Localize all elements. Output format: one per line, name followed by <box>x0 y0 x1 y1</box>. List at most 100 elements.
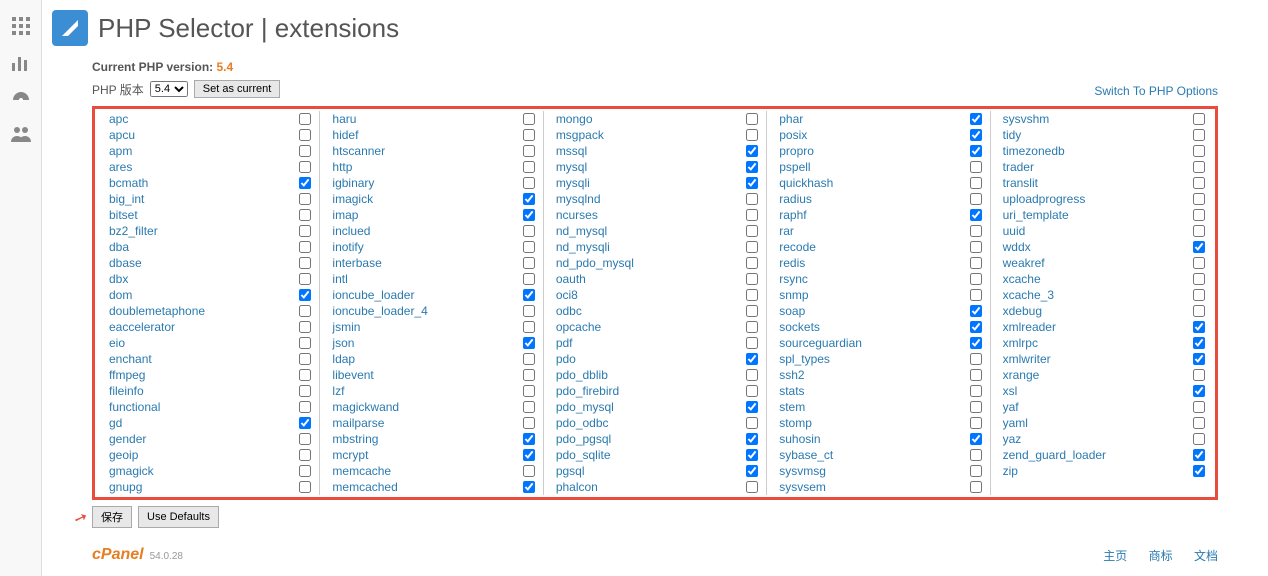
extension-label[interactable]: mailparse <box>332 416 384 430</box>
extension-label[interactable]: weakref <box>1003 256 1045 270</box>
extension-checkbox-dbx[interactable] <box>299 273 311 285</box>
stats-icon[interactable] <box>0 44 42 80</box>
extension-label[interactable]: msgpack <box>556 128 604 142</box>
extension-checkbox-pdo_pgsql[interactable] <box>746 433 758 445</box>
extension-checkbox-posix[interactable] <box>970 129 982 141</box>
extension-label[interactable]: zend_guard_loader <box>1003 448 1106 462</box>
extension-label[interactable]: imagick <box>332 192 373 206</box>
extension-checkbox-pspell[interactable] <box>970 161 982 173</box>
extension-checkbox-pdo_mysql[interactable] <box>746 401 758 413</box>
extension-checkbox-redis[interactable] <box>970 257 982 269</box>
extension-label[interactable]: tidy <box>1003 128 1022 142</box>
extension-checkbox-json[interactable] <box>523 337 535 349</box>
extension-checkbox-hidef[interactable] <box>523 129 535 141</box>
extension-checkbox-odbc[interactable] <box>746 305 758 317</box>
extension-checkbox-mysqli[interactable] <box>746 177 758 189</box>
extension-checkbox-geoip[interactable] <box>299 449 311 461</box>
extension-checkbox-xcache[interactable] <box>1193 273 1205 285</box>
extension-checkbox-magickwand[interactable] <box>523 401 535 413</box>
extension-checkbox-oauth[interactable] <box>746 273 758 285</box>
extension-checkbox-fileinfo[interactable] <box>299 385 311 397</box>
extension-checkbox-nd_mysql[interactable] <box>746 225 758 237</box>
extension-label[interactable]: yaml <box>1003 416 1028 430</box>
extension-checkbox-pgsql[interactable] <box>746 465 758 477</box>
extension-label[interactable]: mbstring <box>332 432 378 446</box>
extension-checkbox-uri_template[interactable] <box>1193 209 1205 221</box>
extension-checkbox-zend_guard_loader[interactable] <box>1193 449 1205 461</box>
extension-checkbox-spl_types[interactable] <box>970 353 982 365</box>
extension-checkbox-memcache[interactable] <box>523 465 535 477</box>
extension-label[interactable]: gmagick <box>109 464 154 478</box>
extension-label[interactable]: ffmpeg <box>109 368 145 382</box>
extension-label[interactable]: functional <box>109 400 160 414</box>
extension-label[interactable]: ssh2 <box>779 368 804 382</box>
extension-label[interactable]: apcu <box>109 128 135 142</box>
extension-label[interactable]: soap <box>779 304 805 318</box>
extension-label[interactable]: pdo_dblib <box>556 368 608 382</box>
extension-checkbox-ioncube_loader_4[interactable] <box>523 305 535 317</box>
extension-label[interactable]: haru <box>332 112 356 126</box>
extension-label[interactable]: igbinary <box>332 176 374 190</box>
extension-label[interactable]: gd <box>109 416 122 430</box>
extension-checkbox-uuid[interactable] <box>1193 225 1205 237</box>
extension-checkbox-mysql[interactable] <box>746 161 758 173</box>
extension-checkbox-bz2_filter[interactable] <box>299 225 311 237</box>
extension-label[interactable]: doublemetaphone <box>109 304 205 318</box>
extension-checkbox-gmagick[interactable] <box>299 465 311 477</box>
extension-checkbox-interbase[interactable] <box>523 257 535 269</box>
extension-checkbox-eaccelerator[interactable] <box>299 321 311 333</box>
extension-checkbox-rsync[interactable] <box>970 273 982 285</box>
footer-trademark-link[interactable]: 商标 <box>1149 549 1173 563</box>
extension-checkbox-imap[interactable] <box>523 209 535 221</box>
extension-checkbox-intl[interactable] <box>523 273 535 285</box>
extension-label[interactable]: geoip <box>109 448 138 462</box>
extension-label[interactable]: propro <box>779 144 814 158</box>
extension-label[interactable]: rsync <box>779 272 808 286</box>
extension-checkbox-xmlwriter[interactable] <box>1193 353 1205 365</box>
extension-checkbox-pdo_odbc[interactable] <box>746 417 758 429</box>
extension-label[interactable]: wddx <box>1003 240 1031 254</box>
extension-label[interactable]: oci8 <box>556 288 578 302</box>
extension-label[interactable]: pdo <box>556 352 576 366</box>
extension-checkbox-suhosin[interactable] <box>970 433 982 445</box>
extension-label[interactable]: sysvmsg <box>779 464 826 478</box>
extension-checkbox-jsmin[interactable] <box>523 321 535 333</box>
extension-label[interactable]: xdebug <box>1003 304 1042 318</box>
extension-checkbox-mongo[interactable] <box>746 113 758 125</box>
extension-checkbox-pdo_dblib[interactable] <box>746 369 758 381</box>
extension-label[interactable]: pdo_sqlite <box>556 448 611 462</box>
extension-label[interactable]: phar <box>779 112 803 126</box>
extension-checkbox-ldap[interactable] <box>523 353 535 365</box>
extension-label[interactable]: radius <box>779 192 812 206</box>
switch-to-php-options-link[interactable]: Switch To PHP Options <box>1094 84 1218 98</box>
extension-checkbox-phalcon[interactable] <box>746 481 758 493</box>
extension-checkbox-recode[interactable] <box>970 241 982 253</box>
extension-label[interactable]: sybase_ct <box>779 448 833 462</box>
extension-checkbox-sysvmsg[interactable] <box>970 465 982 477</box>
extension-label[interactable]: hidef <box>332 128 358 142</box>
extension-checkbox-libevent[interactable] <box>523 369 535 381</box>
extension-label[interactable]: htscanner <box>332 144 385 158</box>
extension-checkbox-ncurses[interactable] <box>746 209 758 221</box>
set-as-current-button[interactable]: Set as current <box>194 80 280 98</box>
extension-label[interactable]: snmp <box>779 288 808 302</box>
extension-label[interactable]: xcache_3 <box>1003 288 1054 302</box>
extension-label[interactable]: sysvshm <box>1003 112 1050 126</box>
extension-label[interactable]: dom <box>109 288 132 302</box>
extension-label[interactable]: eio <box>109 336 125 350</box>
extension-checkbox-yaf[interactable] <box>1193 401 1205 413</box>
extension-label[interactable]: dba <box>109 240 129 254</box>
extension-checkbox-sourceguardian[interactable] <box>970 337 982 349</box>
extension-label[interactable]: ldap <box>332 352 355 366</box>
extension-checkbox-lzf[interactable] <box>523 385 535 397</box>
extension-label[interactable]: stem <box>779 400 805 414</box>
extension-label[interactable]: inotify <box>332 240 363 254</box>
extension-label[interactable]: nd_pdo_mysql <box>556 256 634 270</box>
extension-label[interactable]: spl_types <box>779 352 830 366</box>
extension-label[interactable]: mcrypt <box>332 448 368 462</box>
extension-label[interactable]: xmlwriter <box>1003 352 1051 366</box>
extension-label[interactable]: fileinfo <box>109 384 144 398</box>
extension-label[interactable]: trader <box>1003 160 1034 174</box>
extension-label[interactable]: yaf <box>1003 400 1019 414</box>
extension-label[interactable]: mssql <box>556 144 587 158</box>
